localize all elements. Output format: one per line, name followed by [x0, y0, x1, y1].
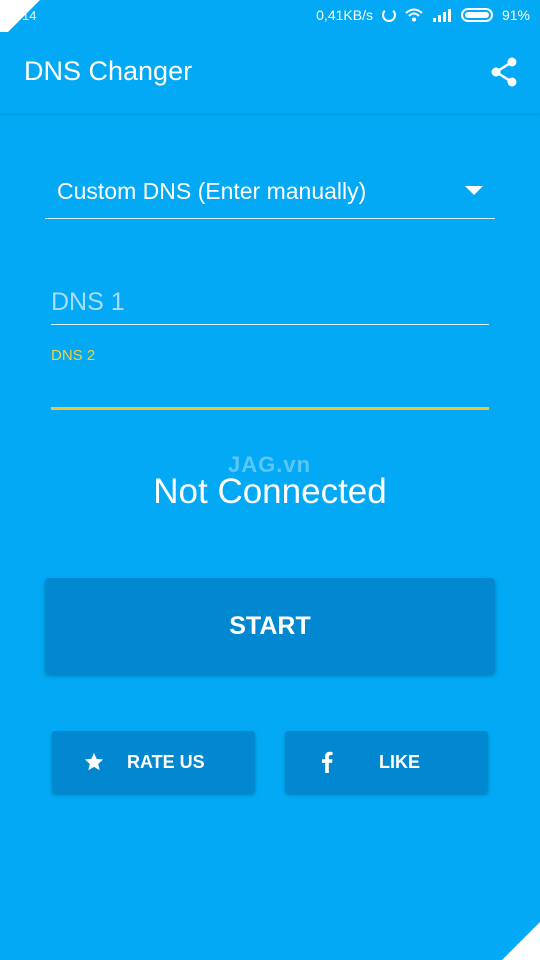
battery-icon [460, 8, 493, 22]
rate-us-label: RATE US [127, 752, 205, 772]
start-button-label: START [229, 611, 311, 640]
dns-provider-selected: Custom DNS (Enter manually) [57, 178, 367, 204]
corner-decoration-bottom [502, 922, 540, 960]
wifi-icon [405, 8, 423, 22]
dropdown-arrow-icon [465, 186, 483, 195]
dns2-input[interactable] [51, 370, 489, 407]
status-bar: 14 0,41KB/s 91% [0, 0, 540, 40]
status-icons: 0,41KB/s 91% [316, 7, 530, 23]
app-bar: DNS Changer [0, 32, 540, 114]
dns-provider-dropdown[interactable]: Custom DNS (Enter manually) [45, 168, 495, 219]
sync-icon [381, 8, 396, 22]
dns2-label: DNS 2 [51, 347, 96, 364]
rate-us-button[interactable]: RATE US [52, 731, 255, 793]
dns2-field-wrapper [51, 370, 489, 410]
dns1-field-wrapper [51, 280, 489, 325]
start-button[interactable]: START [45, 578, 495, 674]
star-icon [82, 750, 106, 774]
battery-percent: 91% [501, 7, 530, 23]
like-button[interactable]: LIKE [285, 731, 488, 793]
dns1-input[interactable] [51, 280, 489, 324]
like-label: LIKE [379, 752, 421, 772]
net-speed: 0,41KB/s [316, 7, 373, 23]
signal-icon [432, 8, 452, 22]
connection-status: Not Connected [153, 472, 387, 511]
facebook-icon [315, 750, 339, 774]
app-title: DNS Changer [24, 56, 193, 86]
status-clock: 14 [22, 8, 37, 23]
share-icon[interactable] [486, 54, 522, 90]
